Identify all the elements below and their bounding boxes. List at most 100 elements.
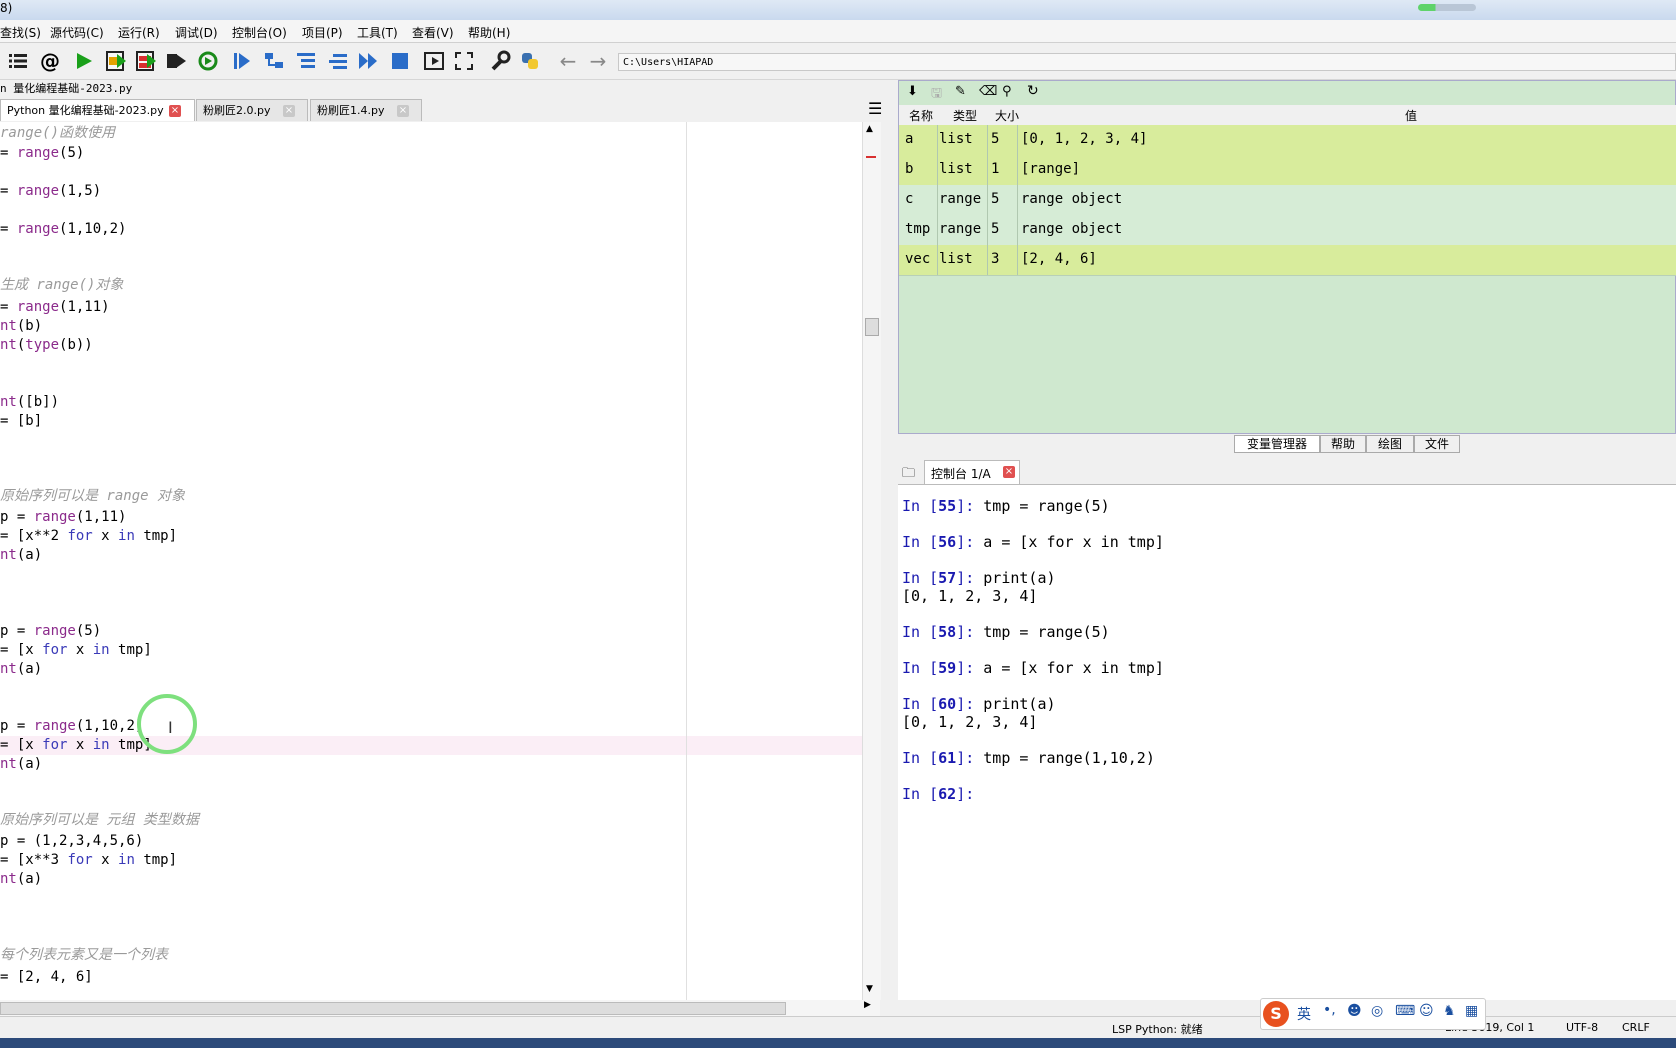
- close-icon[interactable]: ×: [283, 105, 295, 117]
- run-cell-icon[interactable]: [104, 49, 128, 73]
- prompt-number: 56: [938, 533, 957, 551]
- step-into-icon[interactable]: [294, 49, 318, 73]
- run-selection-icon[interactable]: [164, 49, 188, 73]
- menu-help[interactable]: 帮助(H): [468, 24, 510, 41]
- forward-arrow-icon[interactable]: →: [586, 49, 610, 73]
- import-data-icon[interactable]: ⬇: [907, 84, 918, 99]
- variable-row[interactable]: a list 5 [0, 1, 2, 3, 4]: [899, 125, 1676, 156]
- refresh-icon[interactable]: ↻: [1027, 83, 1039, 99]
- menu-tools[interactable]: 工具(T): [357, 24, 398, 41]
- continue-icon[interactable]: [356, 49, 380, 73]
- code-line: p = range(5): [0, 623, 102, 639]
- python-path-icon[interactable]: [518, 49, 542, 73]
- menu-project[interactable]: 项目(P): [302, 24, 343, 41]
- tab-help[interactable]: 帮助: [1320, 435, 1366, 453]
- console-tab[interactable]: 控制台 1/A ×: [924, 460, 1020, 484]
- search-icon[interactable]: ⚲: [1002, 84, 1012, 99]
- menu-search[interactable]: 查找(S): [0, 24, 41, 41]
- menu-run[interactable]: 运行(R): [118, 24, 160, 41]
- code-line: nt([b]): [0, 394, 60, 410]
- menu-bar: 查找(S) 源代码(C) 运行(R) 调试(D) 控制台(O) 项目(P) 工具…: [0, 20, 1676, 43]
- fullscreen-icon[interactable]: [452, 49, 476, 73]
- code-line: nt(type(b)): [0, 337, 93, 353]
- options-menu-icon[interactable]: ☰: [868, 101, 888, 119]
- toolbox-icon[interactable]: ▦: [1465, 1003, 1478, 1019]
- tab-variable-explorer[interactable]: 变量管理器: [1234, 435, 1320, 453]
- ime-language[interactable]: 英: [1297, 1004, 1311, 1024]
- maximize-pane-icon[interactable]: [422, 49, 446, 73]
- close-icon[interactable]: ×: [1003, 466, 1015, 478]
- prompt-prefix: In [: [902, 623, 939, 641]
- menu-console[interactable]: 控制台(O): [232, 24, 287, 41]
- wrench-icon[interactable]: [488, 49, 512, 73]
- editor-file-path: n 量化编程基础-2023.py: [0, 82, 133, 95]
- erase-icon[interactable]: ⌫: [979, 84, 997, 99]
- editor-tab-2[interactable]: 粉刷匠2.0.py ×: [196, 99, 308, 121]
- tab-files[interactable]: 文件: [1414, 435, 1460, 453]
- col-name-header[interactable]: 名称: [909, 107, 933, 124]
- keyboard-icon[interactable]: ⌨: [1395, 1003, 1415, 1019]
- variable-row[interactable]: b list 1 [range]: [899, 155, 1676, 186]
- punctuation-icon[interactable]: •,: [1323, 1002, 1336, 1018]
- debug-icon[interactable]: [230, 49, 254, 73]
- at-icon[interactable]: @: [38, 49, 62, 73]
- run-icon[interactable]: [72, 49, 96, 73]
- variable-row[interactable]: vec list 3 [2, 4, 6]: [899, 245, 1676, 276]
- working-directory-field[interactable]: C:\Users\HIAPAD: [618, 53, 1676, 71]
- menu-debug[interactable]: 调试(D): [175, 24, 218, 41]
- variable-type: list: [939, 161, 973, 177]
- menu-view[interactable]: 查看(V): [412, 24, 454, 41]
- variable-name: a: [905, 131, 914, 147]
- step-icon[interactable]: [262, 49, 286, 73]
- editor-tab-label: 粉刷匠1.4.py: [317, 104, 385, 117]
- sogou-logo-icon[interactable]: S: [1263, 1001, 1289, 1027]
- variable-row[interactable]: tmp range 5 range object: [899, 215, 1676, 246]
- column-divider: [1017, 185, 1018, 215]
- col-type-header[interactable]: 类型: [953, 107, 977, 124]
- scroll-up-icon[interactable]: ▲: [866, 124, 873, 134]
- stop-icon[interactable]: [388, 49, 412, 73]
- scroll-thumb[interactable]: [865, 318, 879, 336]
- editor-horizontal-scrollbar[interactable]: ▶: [0, 1000, 880, 1016]
- editor-vertical-scrollbar[interactable]: ▲ ▼: [862, 122, 881, 1000]
- console-output-line: [0, 1, 2, 3, 4]: [902, 713, 1038, 731]
- input-code: a = [x for x in tmp]: [983, 533, 1164, 551]
- user-icon[interactable]: ☺: [1419, 1003, 1434, 1019]
- code-line: = range(1,10,2): [0, 221, 127, 237]
- ipython-console[interactable]: In [55]: tmp = range(5) In [56]: a = [x f…: [898, 485, 1676, 1000]
- close-icon[interactable]: ×: [169, 105, 181, 117]
- variable-value: [0, 1, 2, 3, 4]: [1021, 131, 1148, 147]
- list-icon[interactable]: [6, 49, 30, 73]
- code-line: = range(5): [0, 145, 85, 161]
- emoji-icon[interactable]: ☻: [1347, 1003, 1362, 1019]
- step-return-icon[interactable]: [326, 49, 350, 73]
- microphone-icon[interactable]: ◎: [1371, 1003, 1383, 1019]
- hscroll-thumb[interactable]: [0, 1002, 786, 1015]
- rerun-icon[interactable]: [196, 49, 220, 73]
- code-editor[interactable]: range()函数使用 = range(5) = range(1,5) = ra…: [0, 122, 862, 1000]
- code-line: p = range(1,11): [0, 509, 127, 525]
- col-value-header[interactable]: 值: [1405, 107, 1417, 124]
- prompt-prefix: In [: [902, 533, 939, 551]
- menu-source[interactable]: 源代码(C): [50, 24, 104, 41]
- variable-value: [range]: [1021, 161, 1081, 177]
- variable-row[interactable]: c range 5 range object: [899, 185, 1676, 216]
- edit-icon[interactable]: ✎: [955, 84, 966, 99]
- run-cell-advance-icon[interactable]: [134, 49, 158, 73]
- scroll-down-icon[interactable]: ▼: [866, 984, 873, 994]
- close-icon[interactable]: ×: [397, 105, 409, 117]
- back-arrow-icon[interactable]: ←: [556, 49, 580, 73]
- scroll-right-icon[interactable]: ▶: [864, 1000, 871, 1010]
- code-line: = [b]: [0, 413, 43, 429]
- tab-plots[interactable]: 绘图: [1366, 435, 1414, 453]
- editor-tab-3[interactable]: 粉刷匠1.4.py ×: [310, 99, 422, 121]
- col-size-header[interactable]: 大小: [995, 107, 1019, 124]
- editor-tab-main[interactable]: Python 量化编程基础-2023.py ×: [0, 99, 195, 121]
- code-line: range()函数使用: [0, 125, 116, 141]
- code-line: p = (1,2,3,4,5,6): [0, 833, 144, 849]
- save-data-icon[interactable]: 🖫: [931, 84, 942, 106]
- input-code: tmp = range(5): [983, 497, 1110, 515]
- skin-icon[interactable]: ♞: [1443, 1003, 1456, 1019]
- column-divider: [937, 185, 938, 215]
- folder-icon[interactable]: 🗀: [902, 464, 915, 486]
